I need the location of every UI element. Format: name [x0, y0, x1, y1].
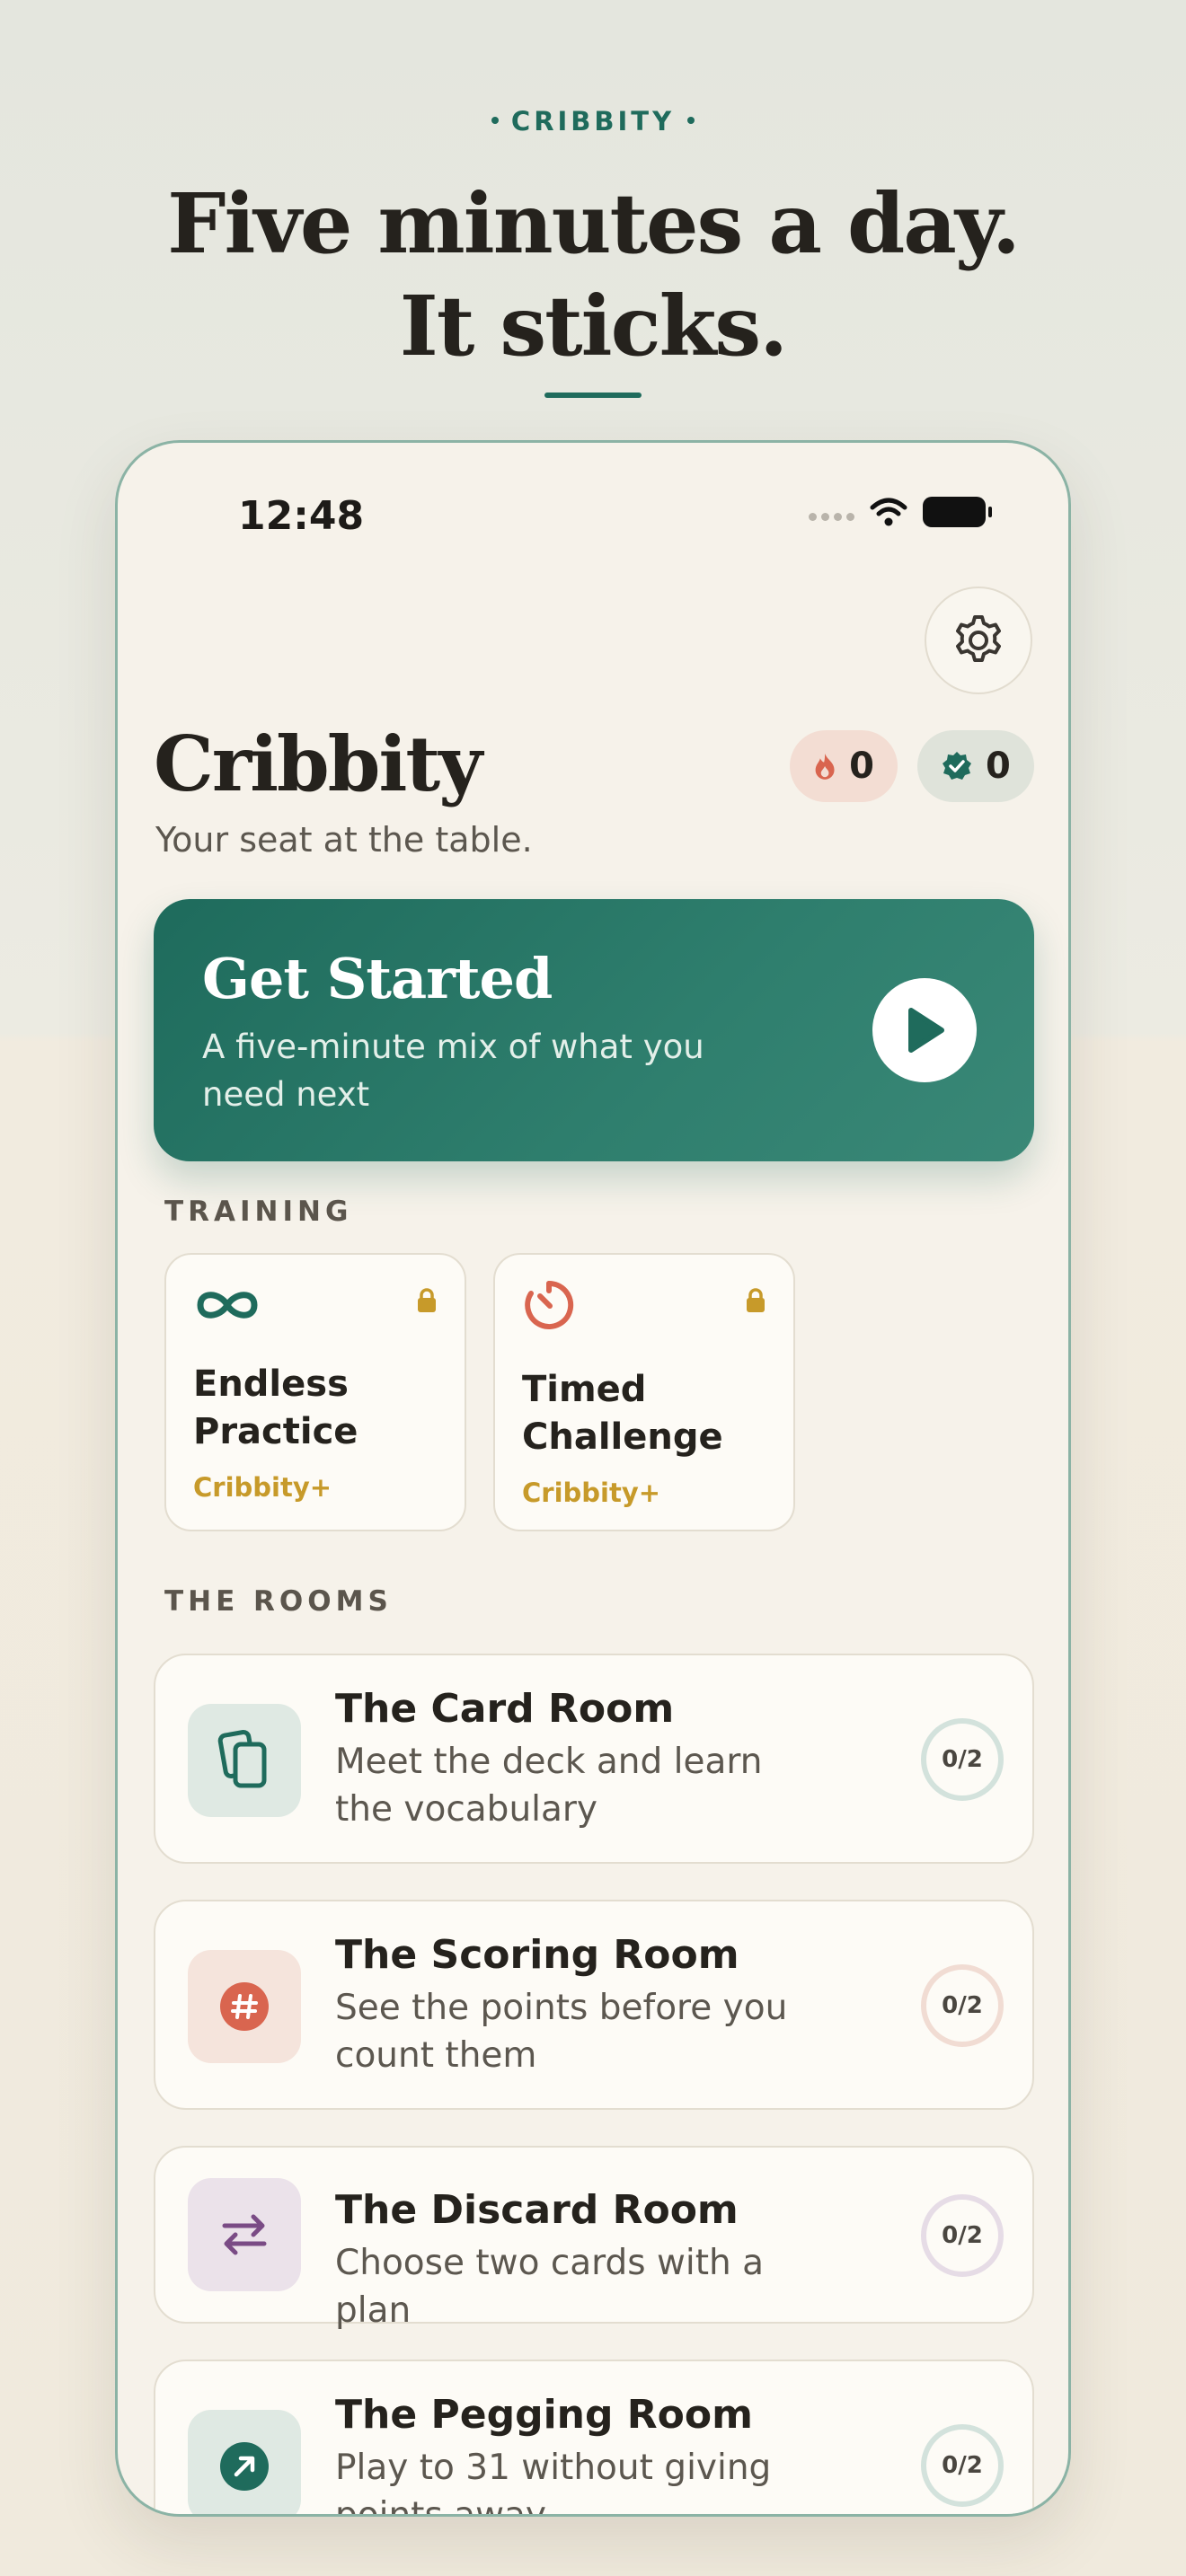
brand-kicker: CRIBBITY: [0, 106, 1186, 137]
room-icon-tile: [188, 2178, 301, 2291]
flame-icon: [815, 754, 835, 780]
room-progress: 0/2: [921, 1718, 1004, 1801]
training-card-tag: Cribbity+: [193, 1472, 332, 1503]
room-description: Play to 31 without giving points away: [335, 2448, 772, 2517]
kicker-dot-right: [687, 117, 695, 124]
room-icon-tile: [188, 1950, 301, 2063]
hash-icon: [220, 1982, 269, 2031]
lock-icon: [418, 1288, 436, 1312]
status-icons: [809, 497, 992, 527]
training-card-title: Timed Challenge: [522, 1369, 723, 1458]
room-title: The Pegging Room: [335, 2392, 753, 2438]
room-icon-tile: [188, 1704, 301, 1817]
get-started-card[interactable]: Get Started A five-minute mix of what yo…: [154, 899, 1034, 1161]
training-card-timed-challenge[interactable]: Timed Challenge Cribbity+: [493, 1253, 795, 1531]
swap-arrows-icon: [222, 2214, 267, 2255]
wifi-icon: [870, 498, 907, 526]
infinity-icon: [197, 1292, 258, 1319]
room-card-scoring-room[interactable]: The Scoring Room See the points before y…: [154, 1900, 1034, 2110]
kicker-dot-left: [491, 117, 499, 124]
rooms-section-label: THE ROOMS: [164, 1585, 393, 1618]
room-progress: 0/2: [921, 2424, 1004, 2507]
arrow-up-right-icon: [220, 2442, 269, 2491]
kicker-text: CRIBBITY: [510, 106, 676, 137]
room-description: Meet the deck and learn the vocabulary: [335, 1742, 763, 1830]
play-button[interactable]: [872, 978, 977, 1082]
app-title: Cribbity: [154, 719, 482, 808]
room-progress: 0/2: [921, 2194, 1004, 2277]
room-card-card-room[interactable]: The Card Room Meet the deck and learn th…: [154, 1654, 1034, 1864]
phone-frame: 12:48 Cribbity Your seat at the table. 0: [115, 440, 1071, 2517]
app-subtitle: Your seat at the table.: [155, 820, 533, 860]
training-card-endless-practice[interactable]: Endless Practice Cribbity+: [164, 1253, 466, 1531]
room-progress: 0/2: [921, 1964, 1004, 2047]
training-card-tag: Cribbity+: [522, 1478, 661, 1508]
room-description: See the points before you count them: [335, 1988, 788, 2076]
training-section-label: TRAINING: [164, 1195, 353, 1228]
room-title: The Card Room: [335, 1686, 675, 1732]
gear-icon: [956, 615, 1001, 662]
streak-count: 0: [849, 745, 874, 787]
marketing-headline: Five minutes a day. It sticks.: [167, 175, 1021, 375]
training-card-title: Endless Practice: [193, 1363, 358, 1452]
battery-icon: [923, 497, 992, 527]
play-icon: [908, 1008, 944, 1053]
get-started-title: Get Started: [202, 946, 553, 1011]
badge-count: 0: [986, 745, 1011, 787]
cards-icon: [217, 1730, 267, 1788]
verified-badge-icon: [943, 752, 971, 780]
headline-underline: [544, 393, 642, 398]
room-title: The Scoring Room: [335, 1932, 739, 1978]
room-title: The Discard Room: [335, 2187, 739, 2233]
settings-button[interactable]: [925, 587, 1032, 694]
room-card-discard-room[interactable]: The Discard Room Choose two cards with a…: [154, 2146, 1034, 2331]
room-description: Choose two cards with a plan: [335, 2243, 765, 2331]
lock-icon: [747, 1288, 765, 1312]
cellular-signal-icon: [809, 512, 854, 521]
get-started-subtitle: A five-minute mix of what you need next: [202, 1028, 704, 1114]
room-icon-tile: [188, 2410, 301, 2514]
timer-icon: [525, 1280, 574, 1329]
badge-pill[interactable]: 0: [917, 730, 1034, 802]
status-time: 12:48: [238, 493, 365, 539]
room-card-pegging-room[interactable]: The Pegging Room Play to 31 without givi…: [154, 2360, 1034, 2517]
streak-pill[interactable]: 0: [790, 730, 898, 802]
